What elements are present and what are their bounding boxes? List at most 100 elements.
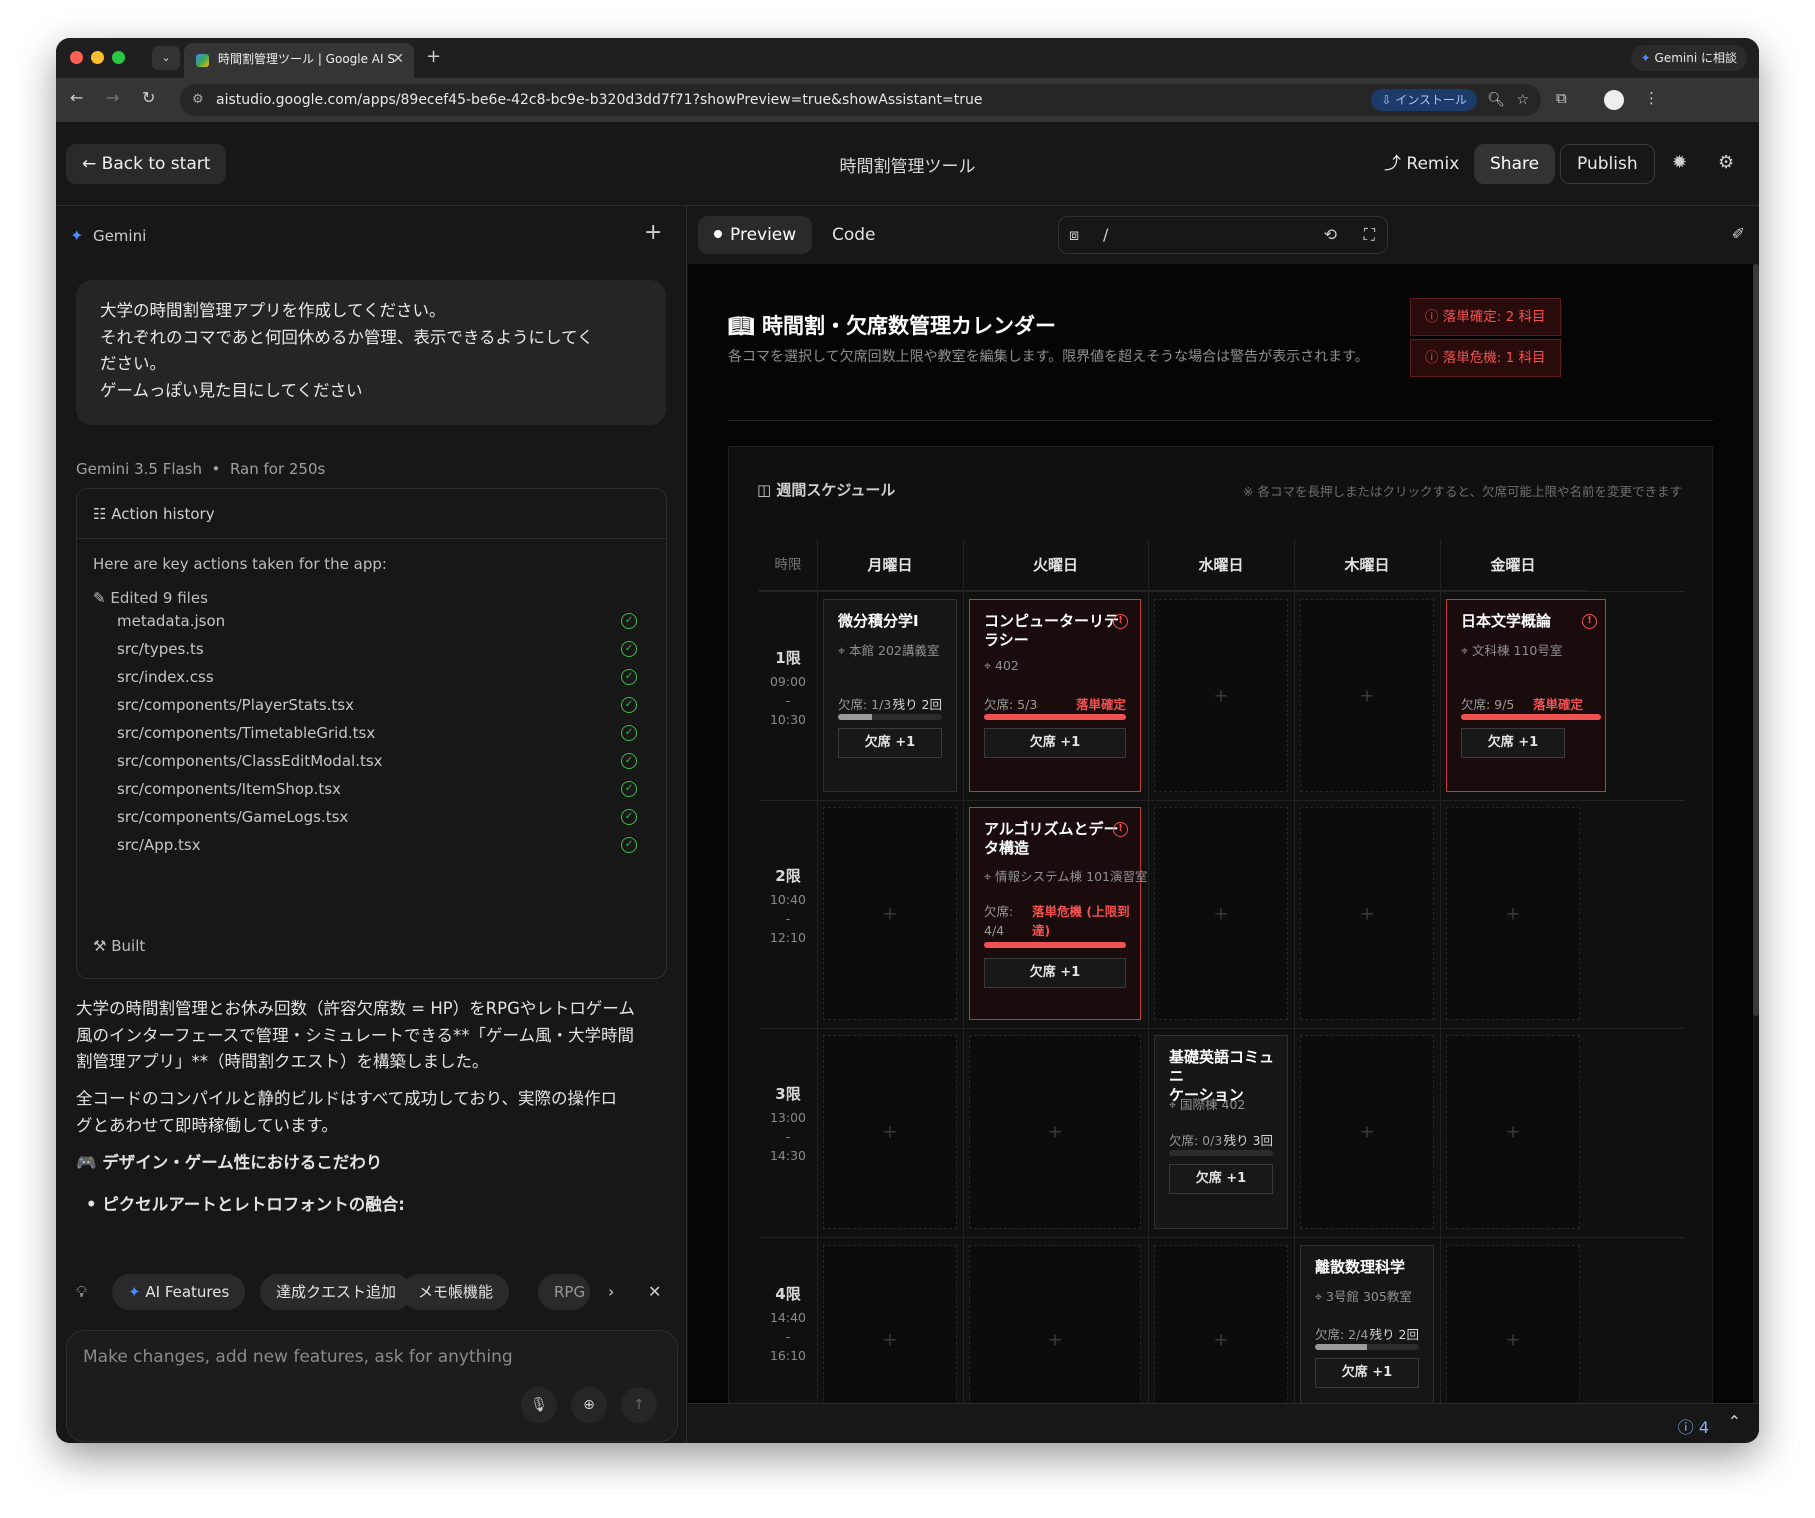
minimize-window-icon[interactable] bbox=[91, 51, 104, 64]
send-arrow-icon[interactable]: ↑ bbox=[621, 1387, 657, 1423]
empty-slot[interactable]: + bbox=[1446, 1245, 1580, 1403]
assistant-name: Gemini bbox=[92, 227, 147, 245]
add-slot-icon: + bbox=[1505, 903, 1521, 924]
extensions-icon[interactable]: ⧉ bbox=[1556, 89, 1567, 107]
new-tab-icon[interactable]: + bbox=[426, 46, 441, 67]
add-slot-icon: + bbox=[1359, 1121, 1375, 1143]
period-name: 1限 bbox=[775, 649, 801, 667]
room-text: 情報システム棟 101演習室 bbox=[995, 869, 1148, 884]
calendar-icon: ◫ bbox=[757, 481, 772, 499]
add-slot-icon: + bbox=[1213, 903, 1229, 924]
room-text: 国際棟 402 bbox=[1180, 1097, 1246, 1112]
empty-slot[interactable]: + bbox=[1154, 599, 1288, 792]
suggestion-chip[interactable]: メモ帳機能 bbox=[402, 1274, 510, 1310]
device-icon[interactable]: ⧈ bbox=[1069, 217, 1079, 253]
class-card[interactable]: コンピューターリテ ラシー ! ⌖ 402 欠席: 5/3 落単確定 欠席 +1 bbox=[969, 599, 1141, 792]
absent-plus-button[interactable]: 欠席 +1 bbox=[984, 958, 1126, 988]
chip-label: AI Features bbox=[145, 1283, 230, 1301]
class-card[interactable]: アルゴリズムとデー タ構造 ! ⌖ 情報システム棟 101演習室 欠席: 4/4 落… bbox=[969, 807, 1148, 1020]
room-text: 本館 202講義室 bbox=[849, 643, 940, 658]
assistant-label: ✦ Gemini bbox=[70, 226, 146, 245]
suggestion-chip[interactable]: RPG bbox=[538, 1274, 590, 1310]
suggestion-chip-ai-features[interactable]: ✦ AI Features bbox=[112, 1274, 246, 1310]
empty-slot[interactable]: + bbox=[1154, 807, 1288, 1020]
browser-tab[interactable]: 時間割管理ツール | Google AI S ✕ bbox=[184, 43, 414, 78]
back-label: Back to start bbox=[101, 154, 211, 174]
url-field[interactable]: ⚙ aistudio.google.com/apps/89ecef45-be6e… bbox=[180, 84, 1541, 116]
chat-input[interactable]: Make changes, add new features, ask for … bbox=[66, 1330, 678, 1442]
suggestion-chip[interactable]: 達成クエスト追加 bbox=[260, 1274, 413, 1310]
new-chat-icon[interactable]: + bbox=[644, 220, 662, 245]
settings-gear-icon[interactable]: ⚙ bbox=[1718, 152, 1734, 173]
add-attachment-icon[interactable]: ⊕ bbox=[571, 1387, 607, 1423]
class-card[interactable]: 基礎英語コミュニ ケーション ⌖ 国際棟 402 欠席: 0/3 残り 3回 欠席… bbox=[1154, 1035, 1288, 1229]
close-tab-icon[interactable]: ✕ bbox=[392, 43, 404, 76]
close-suggestions-icon[interactable]: ✕ bbox=[648, 1282, 661, 1301]
empty-slot[interactable]: + bbox=[969, 1245, 1141, 1403]
browser-menu-icon[interactable]: ⋮ bbox=[1644, 89, 1659, 107]
tab-code[interactable]: Code bbox=[816, 216, 892, 254]
absent-plus-button[interactable]: 欠席 +1 bbox=[838, 728, 942, 758]
gemini-spark-icon: ✦ bbox=[1640, 51, 1651, 65]
empty-slot[interactable]: + bbox=[1300, 599, 1434, 792]
bullet-text: ピクセルアートとレトロフォントの融合: bbox=[102, 1195, 405, 1214]
preview-path: / bbox=[1103, 225, 1109, 244]
file-item[interactable]: src/App.tsx ✓ bbox=[117, 829, 637, 861]
preview-url-bar[interactable]: ⧈ / ⟲ ⛶ bbox=[1058, 216, 1388, 254]
absent-plus-button[interactable]: 欠席 +1 bbox=[1315, 1358, 1419, 1388]
empty-slot[interactable]: + bbox=[823, 1035, 957, 1229]
absence-progress bbox=[1169, 1150, 1273, 1156]
room-text: 3号館 305教室 bbox=[1326, 1289, 1412, 1304]
microphone-icon[interactable]: 🎙︎ bbox=[521, 1387, 557, 1423]
install-button[interactable]: ⇩ インストール bbox=[1371, 89, 1477, 111]
class-card[interactable]: 日本文学概論 ! ⌖ 文科棟 110号室 欠席: 9/5 落単確定 欠席 +1 bbox=[1446, 599, 1606, 792]
tab-search-icon[interactable]: ⌄ bbox=[152, 46, 180, 70]
forward-arrow-icon[interactable]: → bbox=[106, 88, 119, 107]
empty-slot[interactable]: + bbox=[823, 807, 957, 1020]
period-end: 16:10 bbox=[769, 1348, 807, 1363]
empty-slot[interactable]: + bbox=[823, 1245, 957, 1403]
empty-slot[interactable]: + bbox=[1300, 1035, 1434, 1229]
site-settings-icon[interactable]: ⚙ bbox=[192, 84, 204, 116]
action-history-header[interactable]: ☷ Action history bbox=[77, 489, 666, 539]
close-window-icon[interactable] bbox=[70, 51, 83, 64]
refresh-preview-icon[interactable]: ⟲ bbox=[1324, 217, 1337, 253]
class-card[interactable]: 離散数理科学 ⌖ 3号館 305教室 欠席: 2/4 残り 2回 欠席 +1 bbox=[1300, 1245, 1434, 1403]
prompt-line: ゲームっぽい見た目にしてください bbox=[100, 380, 363, 400]
chevron-right-icon[interactable]: › bbox=[608, 1282, 614, 1301]
tab-preview[interactable]: Preview bbox=[698, 216, 813, 254]
back-to-start-button[interactable]: ← Back to start bbox=[66, 144, 227, 184]
bookmark-star-icon[interactable]: ☆ bbox=[1516, 84, 1529, 116]
empty-slot[interactable]: + bbox=[1446, 807, 1580, 1020]
absent-plus-button[interactable]: 欠席 +1 bbox=[1169, 1164, 1273, 1194]
gemini-chip[interactable]: ✦ Gemini に相談 bbox=[1630, 45, 1747, 71]
empty-slot[interactable]: + bbox=[1300, 807, 1434, 1020]
class-card[interactable]: 微分積分学I ⌖ 本館 202講義室 欠席: 1/3 残り 2回 欠席 +1 bbox=[823, 599, 957, 792]
empty-slot[interactable]: + bbox=[1446, 1035, 1580, 1229]
empty-slot[interactable]: + bbox=[1154, 1245, 1288, 1403]
share-button[interactable]: Share bbox=[1474, 144, 1556, 184]
bug-icon[interactable]: ✹ bbox=[1672, 152, 1687, 173]
reload-icon[interactable]: ↻ bbox=[142, 88, 155, 107]
absent-plus-button[interactable]: 欠席 +1 bbox=[1461, 728, 1565, 758]
check-circle-icon: ✓ bbox=[621, 725, 637, 741]
zoom-window-icon[interactable] bbox=[112, 51, 125, 64]
publish-button[interactable]: Publish bbox=[1560, 144, 1655, 184]
period-end: 12:10 bbox=[769, 930, 807, 945]
add-slot-icon: + bbox=[1047, 1121, 1063, 1143]
absent-plus-button[interactable]: 欠席 +1 bbox=[984, 728, 1126, 758]
fullscreen-icon[interactable]: ⛶ bbox=[1364, 217, 1375, 253]
remix-button[interactable]: ⤴ Remix bbox=[1372, 144, 1471, 184]
profile-avatar-icon[interactable] bbox=[1604, 90, 1624, 110]
response-line: 全コードのコンパイルと静的ビルドはすべて成功しており、実際の操作ロ bbox=[76, 1089, 618, 1108]
back-arrow-icon[interactable]: ← bbox=[70, 88, 83, 107]
app-header: ← Back to start 時間割管理ツール ⤴ Remix Share P… bbox=[56, 122, 1759, 206]
chevron-up-icon[interactable]: ⌃ bbox=[1728, 1412, 1741, 1431]
annotate-icon[interactable]: ✐ bbox=[1732, 224, 1745, 243]
zoom-icon[interactable]: 🔍︎ bbox=[1487, 84, 1505, 116]
class-name: 日本文学概論 bbox=[1461, 612, 1552, 630]
preview-scrollbar[interactable] bbox=[1753, 264, 1759, 1016]
issues-indicator[interactable]: ⓘ 4 bbox=[1678, 1414, 1709, 1438]
absence-count: 欠席: 9/5 bbox=[1461, 697, 1515, 712]
empty-slot[interactable]: + bbox=[969, 1035, 1141, 1229]
